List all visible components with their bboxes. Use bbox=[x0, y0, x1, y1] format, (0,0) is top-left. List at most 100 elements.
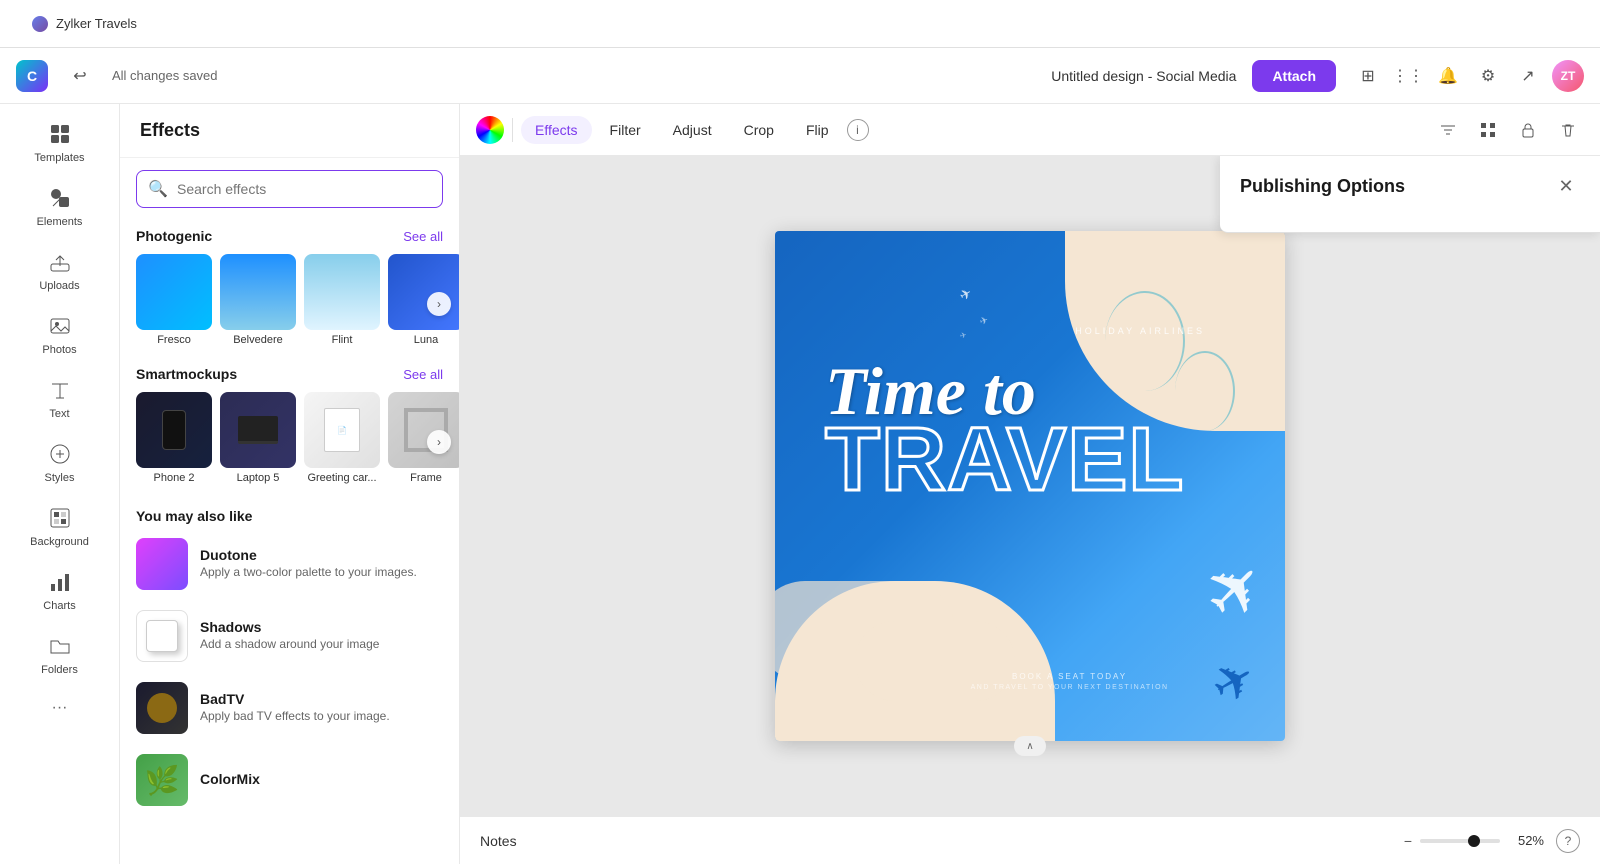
colormix-name: ColorMix bbox=[200, 771, 443, 787]
close-publishing-button[interactable]: ✕ bbox=[1552, 172, 1580, 200]
sidebar-item-uploads[interactable]: Uploads bbox=[10, 240, 110, 300]
also-like-colormix[interactable]: 🌿 ColorMix bbox=[120, 744, 459, 816]
undo-button[interactable]: ↩ bbox=[64, 60, 96, 92]
book-line-1: BOOK A SEAT TODAY bbox=[971, 672, 1169, 681]
photos-icon bbox=[46, 312, 74, 340]
sidebar-item-photos[interactable]: Photos bbox=[10, 304, 110, 364]
flip-tab[interactable]: Flip bbox=[792, 116, 843, 144]
mockup-greeting-thumb: 📄 bbox=[304, 392, 380, 468]
help-button[interactable]: ? bbox=[1556, 829, 1580, 853]
sidebar-item-styles[interactable]: Styles bbox=[10, 432, 110, 492]
travel-design[interactable]: ✈ ✈ ✈ HOLIDAY AIRLINES Time to TRAVEL ✈ … bbox=[775, 231, 1285, 741]
effect-flint-thumb bbox=[304, 254, 380, 330]
photogenic-title: Photogenic bbox=[136, 228, 212, 244]
trash-icon[interactable] bbox=[1552, 114, 1584, 146]
effect-fresco[interactable]: Fresco bbox=[136, 254, 212, 346]
mockup-phone2[interactable]: Phone 2 bbox=[136, 392, 212, 484]
scroll-right-photogenic[interactable]: › bbox=[427, 292, 451, 316]
attach-button[interactable]: Attach bbox=[1252, 60, 1336, 92]
publishing-header: Publishing Options ✕ bbox=[1240, 172, 1580, 200]
mockup-laptop5-label: Laptop 5 bbox=[237, 472, 280, 484]
styles-label: Styles bbox=[45, 472, 75, 484]
filter-tab[interactable]: Filter bbox=[596, 116, 655, 144]
lock-icon[interactable] bbox=[1512, 114, 1544, 146]
badtv-face bbox=[147, 693, 177, 723]
also-like-section: You may also like Duotone Apply a two-co… bbox=[120, 496, 459, 820]
zoom-control: − 52% bbox=[1404, 833, 1544, 849]
effect-belvedere[interactable]: Belvedere bbox=[220, 254, 296, 346]
zoom-minus-icon[interactable]: − bbox=[1404, 833, 1412, 849]
shadows-info: Shadows Add a shadow around your image bbox=[200, 619, 443, 653]
sidebar-item-text[interactable]: Text bbox=[10, 368, 110, 428]
settings-icon[interactable]: ⚙ bbox=[1472, 60, 1504, 92]
colormix-info: ColorMix bbox=[200, 771, 443, 789]
editor-body: Templates Elements Uploads Photos bbox=[0, 104, 1600, 864]
photogenic-see-all[interactable]: See all bbox=[403, 229, 443, 244]
background-label: Background bbox=[30, 536, 89, 548]
uploads-icon bbox=[46, 248, 74, 276]
mockup-laptop5-thumb bbox=[220, 392, 296, 468]
airplane-icon-small-1: ✈ bbox=[957, 284, 976, 305]
duotone-thumb bbox=[136, 538, 188, 590]
dots-icon[interactable]: ⋮⋮ bbox=[1392, 60, 1424, 92]
smartmockups-header: Smartmockups See all bbox=[120, 358, 459, 388]
search-input[interactable] bbox=[136, 170, 443, 208]
main-text-area: Time to TRAVEL bbox=[825, 361, 1184, 499]
notes-chevron-button[interactable]: ∧ bbox=[1014, 736, 1046, 756]
crop-tab[interactable]: Crop bbox=[730, 116, 788, 144]
zoom-slider[interactable] bbox=[1420, 839, 1500, 843]
sidebar-item-charts[interactable]: Charts bbox=[10, 560, 110, 620]
sidebar-item-elements[interactable]: Elements bbox=[10, 176, 110, 236]
airplane-icon-small-3: ✈ bbox=[959, 330, 968, 340]
effects-tab[interactable]: Effects bbox=[521, 116, 592, 144]
adjust-tab[interactable]: Adjust bbox=[659, 116, 726, 144]
also-like-duotone[interactable]: Duotone Apply a two-color palette to you… bbox=[120, 528, 459, 600]
topbar-icons: ⊞ ⋮⋮ 🔔 ⚙ ↗ ZT bbox=[1352, 60, 1584, 92]
effect-luna-label: Luna bbox=[414, 334, 438, 346]
sidebar-item-folders[interactable]: Folders bbox=[10, 624, 110, 684]
also-like-shadows[interactable]: Shadows Add a shadow around your image bbox=[120, 600, 459, 672]
info-icon[interactable]: i bbox=[847, 119, 869, 141]
sidebar-item-background[interactable]: Background bbox=[10, 496, 110, 556]
effects-panel: Effects 🔍 Photogenic See all Fresco bbox=[120, 104, 460, 864]
folders-label: Folders bbox=[41, 664, 78, 676]
bell-icon[interactable]: 🔔 bbox=[1432, 60, 1464, 92]
mockup-greeting-label: Greeting car... bbox=[307, 472, 376, 484]
shadows-name: Shadows bbox=[200, 619, 443, 635]
effect-flint[interactable]: Flint bbox=[304, 254, 380, 346]
saved-status: All changes saved bbox=[112, 68, 218, 83]
color-picker[interactable] bbox=[476, 116, 504, 144]
also-like-title: You may also like bbox=[120, 500, 459, 528]
effect-fresco-label: Fresco bbox=[157, 334, 191, 346]
search-icon: 🔍 bbox=[148, 179, 168, 199]
photogenic-effects-row: Fresco Belvedere Flint Luna bbox=[120, 250, 459, 358]
canvas-workspace[interactable]: Publishing Options ✕ bbox=[460, 156, 1600, 816]
share-icon[interactable]: ↗ bbox=[1512, 60, 1544, 92]
mockup-phone2-thumb bbox=[136, 392, 212, 468]
uploads-label: Uploads bbox=[39, 280, 79, 292]
design-title: Untitled design - Social Media bbox=[1051, 68, 1236, 84]
airplane-blue: ✈ bbox=[1201, 646, 1266, 717]
browser-tab[interactable]: Zylker Travels bbox=[16, 10, 153, 38]
also-like-badtv[interactable]: BadTV Apply bad TV effects to your image… bbox=[120, 672, 459, 744]
grid-icon[interactable]: ⊞ bbox=[1352, 60, 1384, 92]
canva-logo[interactable]: C bbox=[16, 60, 48, 92]
scroll-right-mockups[interactable]: › bbox=[427, 430, 451, 454]
book-line-2: AND TRAVEL TO YOUR NEXT DESTINATION bbox=[971, 684, 1169, 691]
tab-label: Zylker Travels bbox=[56, 16, 137, 31]
airline-text: HOLIDAY AIRLINES bbox=[1075, 326, 1205, 336]
zoom-thumb bbox=[1468, 835, 1480, 847]
duotone-desc: Apply a two-color palette to your images… bbox=[200, 565, 443, 581]
user-avatar[interactable]: ZT bbox=[1552, 60, 1584, 92]
toolbar-right-icons bbox=[1432, 114, 1584, 146]
mockup-greeting[interactable]: 📄 Greeting car... bbox=[304, 392, 380, 484]
background-icon bbox=[46, 504, 74, 532]
grid-dots-icon[interactable] bbox=[1472, 114, 1504, 146]
airplane-large: ✈ bbox=[1186, 540, 1285, 639]
sidebar-item-templates[interactable]: Templates bbox=[10, 112, 110, 172]
more-button[interactable]: ··· bbox=[44, 692, 76, 724]
smartmockups-see-all[interactable]: See all bbox=[403, 367, 443, 382]
filter-lines-icon[interactable] bbox=[1432, 114, 1464, 146]
mockup-laptop5[interactable]: Laptop 5 bbox=[220, 392, 296, 484]
text-icon bbox=[46, 376, 74, 404]
